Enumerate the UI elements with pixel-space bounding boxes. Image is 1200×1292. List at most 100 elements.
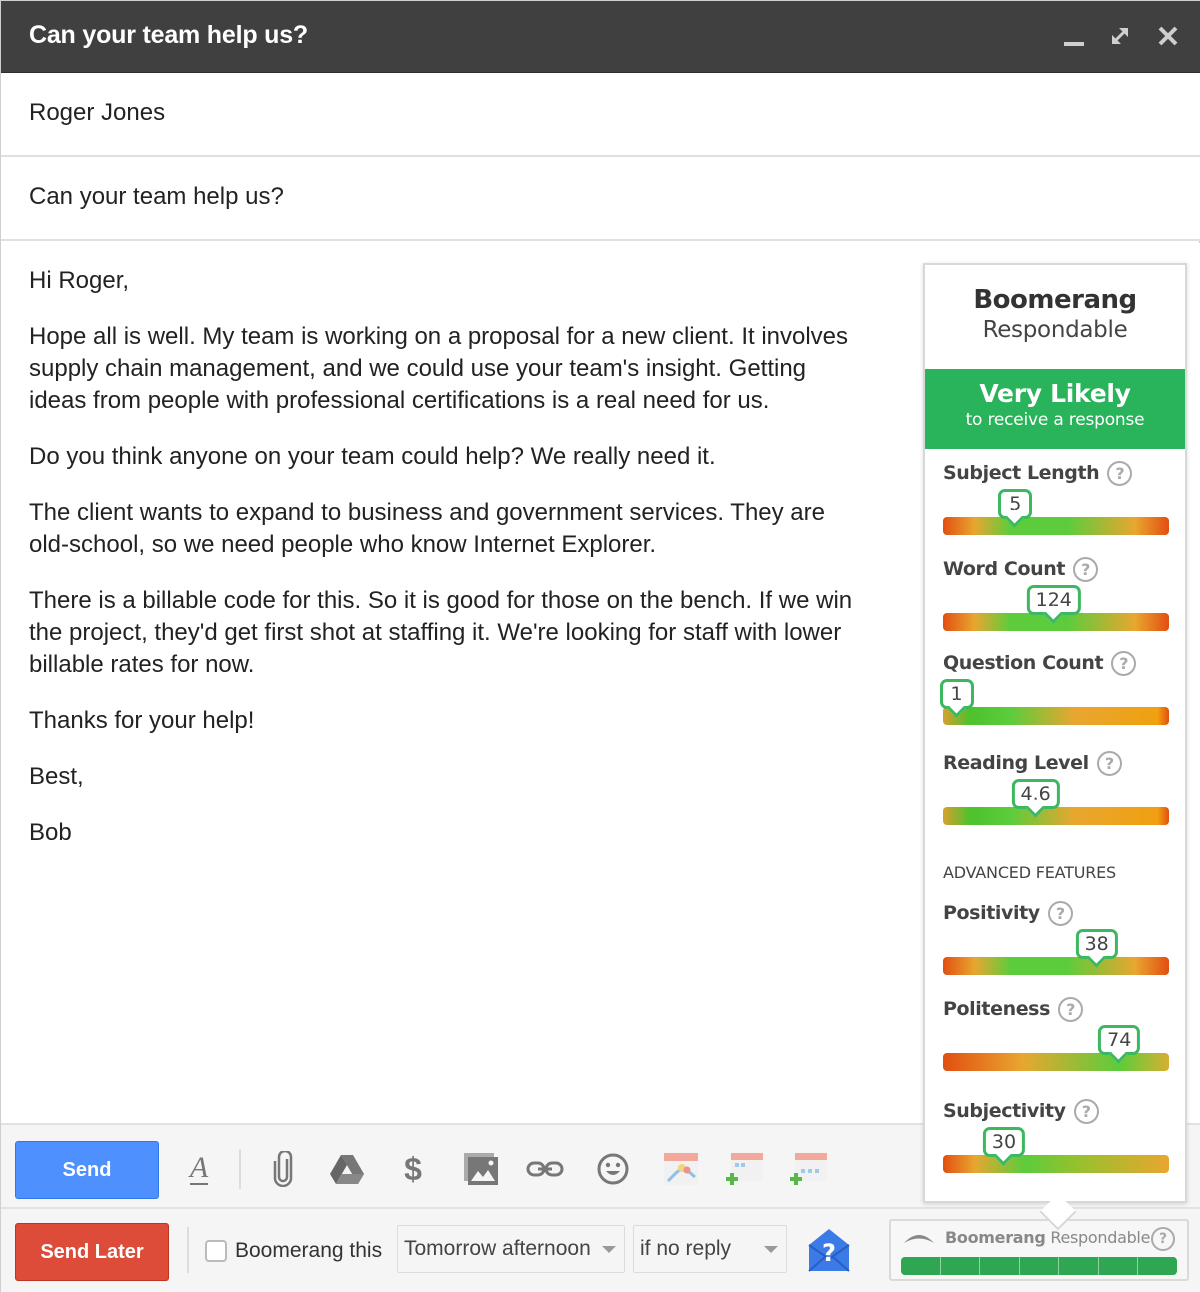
help-icon[interactable]: ?: [1073, 557, 1099, 582]
money-icon[interactable]: $: [393, 1149, 433, 1189]
boomerang-help-envelope-icon[interactable]: ?: [807, 1227, 851, 1273]
meter-segment: [941, 1257, 981, 1275]
respondable-help-icon[interactable]: ?: [1151, 1227, 1175, 1251]
metric-label: Positivity?: [943, 901, 1073, 926]
body-paragraph: Hi Roger,: [29, 267, 130, 294]
close-icon[interactable]: [1153, 21, 1183, 51]
metric-label: Reading Level?: [943, 751, 1122, 776]
meter-segment: [1020, 1257, 1060, 1275]
expand-icon[interactable]: [1105, 21, 1135, 51]
meter-segment: [901, 1257, 941, 1275]
metric-value-marker: 38: [1075, 929, 1118, 959]
metric-positivity: Positivity? 38: [941, 901, 1171, 991]
metric-label-text: Subject Length: [943, 462, 1100, 484]
help-icon[interactable]: ?: [1096, 751, 1122, 776]
subject-field[interactable]: Can your team help us?: [1, 157, 1200, 241]
recipient-value: Roger Jones: [29, 99, 166, 126]
metric-gauge-bar: [943, 807, 1169, 825]
metric-politeness: Politeness? 74: [941, 997, 1171, 1087]
meter-segment: [980, 1257, 1020, 1275]
metric-gauge-bar: [943, 957, 1169, 975]
metric-value-marker: 124: [1026, 585, 1081, 615]
brand-light: Respondable: [982, 317, 1128, 343]
help-icon[interactable]: ?: [1073, 1099, 1099, 1124]
boomerang-time-select[interactable]: Tomorrow afternoon: [397, 1225, 625, 1273]
toolbar-divider: [239, 1149, 241, 1189]
respondable-toggle[interactable]: Boomerang Respondable ?: [889, 1219, 1189, 1281]
metric-label: Word Count?: [943, 557, 1099, 582]
metric-gauge-bar: [943, 1155, 1169, 1173]
compose-window: Can your team help us? Roger Jones Can y…: [0, 0, 1200, 1292]
boomerang-this-label: Boomerang this: [235, 1239, 383, 1262]
subject-value: Can your team help us?: [29, 183, 284, 210]
metric-label: Subject Length?: [943, 461, 1133, 486]
compose-title: Can your team help us?: [29, 21, 308, 49]
attach-icon[interactable]: [263, 1149, 303, 1189]
minimize-icon[interactable]: [1059, 21, 1089, 51]
metric-label-text: Subjectivity: [943, 1100, 1066, 1122]
response-verdict-banner: Very Likely to receive a response: [925, 369, 1185, 449]
chevron-down-icon: [602, 1246, 616, 1253]
add-availability-icon[interactable]: [789, 1149, 829, 1189]
chevron-down-icon: [764, 1246, 778, 1253]
respondable-mini-meter: [901, 1257, 1177, 1275]
metric-value-marker: 74: [1098, 1025, 1141, 1055]
metric-gauge-bar: [943, 707, 1169, 725]
body-paragraph: Do you think anyone on your team could h…: [29, 443, 716, 470]
link-icon[interactable]: [525, 1149, 565, 1189]
body-paragraph: Hope all is well. My team is working on …: [29, 323, 849, 414]
image-icon[interactable]: [461, 1149, 501, 1189]
body-paragraph: Best,: [29, 763, 84, 790]
boomerang-condition-select[interactable]: if no reply: [633, 1225, 787, 1273]
metric-value-marker: 30: [982, 1127, 1026, 1157]
metric-subject-length: Subject Length? 5: [941, 461, 1171, 551]
send-later-button[interactable]: Send Later: [15, 1223, 169, 1281]
respondable-mini-label: Boomerang Respondable: [945, 1228, 1151, 1247]
boomerang-this-checkbox[interactable]: Boomerang this: [205, 1237, 382, 1265]
boomerang-toolbar: Send Later Boomerang this Tomorrow after…: [1, 1209, 1200, 1292]
body-paragraph: The client wants to expand to business a…: [29, 499, 825, 558]
metric-label-text: Politeness: [943, 998, 1051, 1020]
meter-segment: [1099, 1257, 1139, 1275]
advanced-features-heading: ADVANCED FEATURES: [943, 863, 1116, 882]
metric-question-count: Question Count? 1: [939, 651, 1171, 741]
calendar-icon[interactable]: [661, 1149, 701, 1189]
verdict-label: Very Likely: [979, 379, 1131, 408]
respondable-panel: Boomerang Respondable Very Likely to rec…: [923, 263, 1187, 1203]
emoji-icon[interactable]: [593, 1149, 633, 1189]
metric-label-text: Word Count: [943, 558, 1066, 580]
help-icon[interactable]: ?: [1107, 461, 1133, 486]
metric-value-marker: 5: [998, 489, 1033, 519]
add-event-icon[interactable]: [725, 1149, 765, 1189]
body-paragraph: Bob: [29, 819, 72, 846]
text-format-icon[interactable]: A: [179, 1149, 219, 1189]
drive-icon[interactable]: [327, 1149, 367, 1189]
checkbox-box[interactable]: [205, 1240, 227, 1262]
metric-subjectivity: Subjectivity? 30: [941, 1099, 1171, 1189]
compose-titlebar: Can your team help us?: [1, 1, 1200, 73]
help-icon[interactable]: ?: [1047, 901, 1073, 926]
metric-value-marker: 1: [939, 679, 974, 709]
metric-label: Subjectivity?: [943, 1099, 1099, 1124]
message-body-text: Hi Roger, Hope all is well. My team is w…: [29, 265, 869, 873]
help-icon[interactable]: ?: [1111, 651, 1137, 676]
metric-gauge-bar: [943, 517, 1169, 535]
metric-reading-level: Reading Level? 4.6: [941, 751, 1171, 841]
metric-word-count: Word Count? 124: [941, 557, 1171, 647]
toolbar-divider: [187, 1227, 189, 1273]
body-paragraph: Thanks for your help!: [29, 707, 255, 734]
verdict-subtitle: to receive a response: [965, 410, 1145, 430]
brand-bold: Boomerang: [973, 285, 1137, 315]
metric-label-text: Positivity: [943, 902, 1040, 924]
metric-gauge-bar: [943, 1053, 1169, 1071]
metric-label: Question Count?: [943, 651, 1137, 676]
send-button[interactable]: Send: [15, 1141, 159, 1199]
help-icon[interactable]: ?: [1058, 997, 1084, 1022]
metric-label: Politeness?: [943, 997, 1084, 1022]
metric-label-text: Reading Level: [943, 752, 1089, 774]
boomerang-logo-icon: [904, 1235, 934, 1243]
respondable-brand: Boomerang Respondable: [925, 285, 1185, 343]
boomerang-condition-value: if no reply: [640, 1237, 732, 1260]
meter-segment: [1138, 1257, 1177, 1275]
to-field[interactable]: Roger Jones: [1, 73, 1200, 157]
